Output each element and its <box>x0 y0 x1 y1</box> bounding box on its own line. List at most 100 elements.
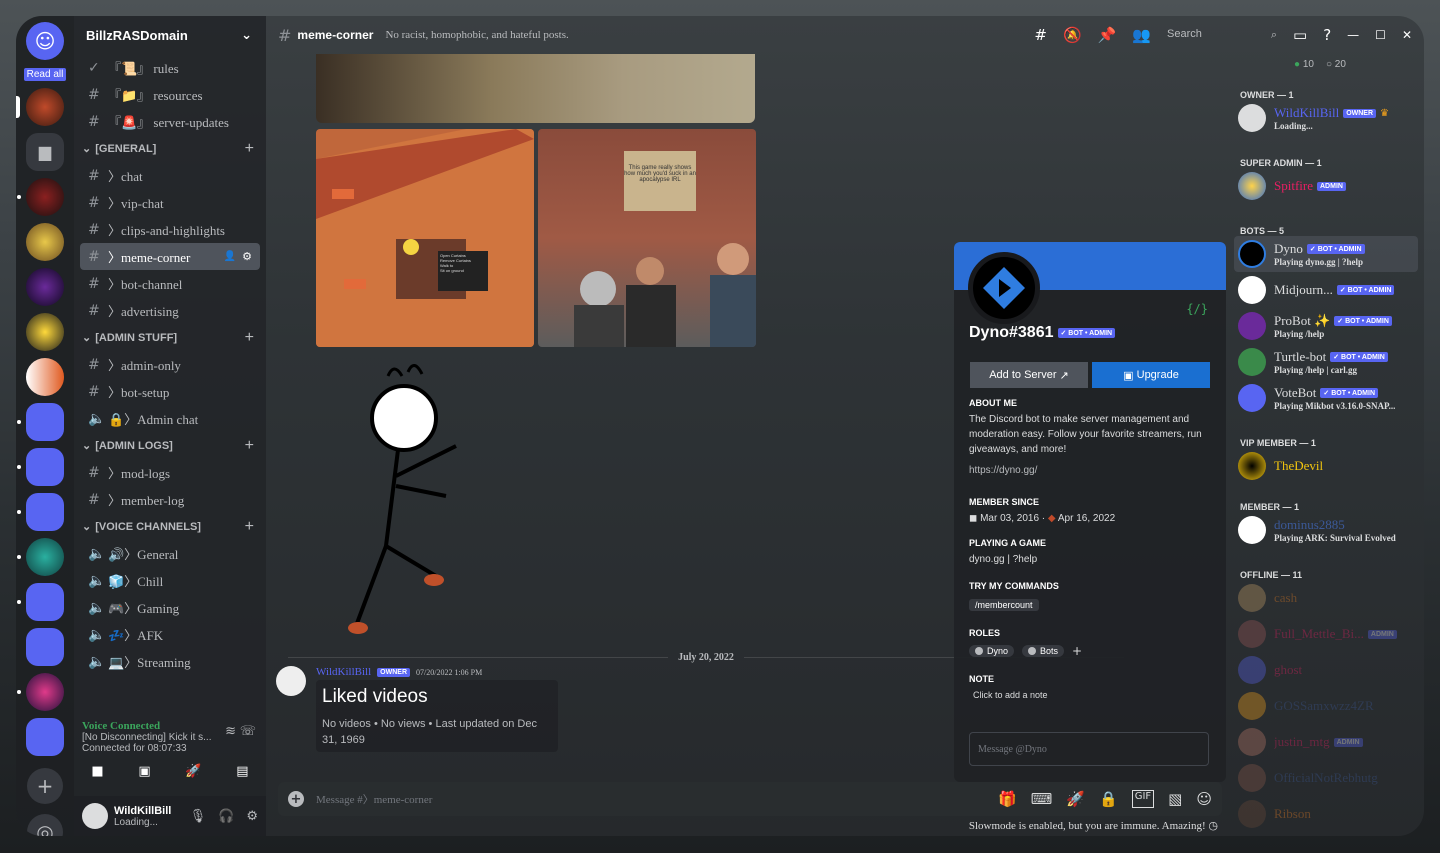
sticker-icon[interactable]: ▧ <box>1168 790 1182 808</box>
member-row[interactable]: Turtle-bot ✓ BOT • ADMIN Playing /help | c… <box>1234 344 1418 380</box>
channel-advertising[interactable]: # 〉advertising <box>80 297 260 324</box>
folder-icon[interactable]: ▆ <box>26 133 64 171</box>
members-icon[interactable]: 👥 <box>1132 26 1151 44</box>
server-folder-icon[interactable] <box>17 403 64 441</box>
message-composer[interactable]: + Message #〉meme-corner 🎁 ⌨ 🚀 🔒 GIF ▧ ☺ <box>278 782 1222 816</box>
channel-vip-chat[interactable]: # 〉vip-chat <box>80 189 260 216</box>
message-dyno-input[interactable]: Message @Dyno <box>969 732 1209 766</box>
emoji-icon[interactable]: ☺ <box>1196 790 1212 808</box>
upgrade-button[interactable]: ▣ Upgrade <box>1092 362 1210 388</box>
server-icon[interactable] <box>26 358 64 396</box>
member-row[interactable]: ProBot ✨ ✓ BOT • ADMIN Playing /help <box>1234 308 1418 344</box>
voice-streaming[interactable]: 🔈 💻〉Streaming <box>80 648 260 675</box>
soundboard-icon[interactable]: ▤ <box>236 764 248 779</box>
channel-admin-only[interactable]: # 〉admin-only <box>80 351 260 378</box>
server-icon[interactable] <box>16 88 64 126</box>
image-attachment[interactable]: Open Curtains Remove Curtains Walk to Si… <box>316 129 534 347</box>
member-row[interactable]: Spitfire ADMIN <box>1234 168 1418 204</box>
channel-resources[interactable]: # 『📁』 resources <box>80 81 260 108</box>
server-folder-icon[interactable] <box>26 718 64 756</box>
member-row[interactable]: Full_Mettle_Bi... ADMIN <box>1234 616 1418 652</box>
channel-clips[interactable]: # 〉clips-and-highlights <box>80 216 260 243</box>
member-row[interactable]: justin_mtg ADMIN <box>1234 724 1418 760</box>
server-icon[interactable] <box>26 313 64 351</box>
embed-card[interactable]: Liked videos No videos • No views • Last… <box>316 680 558 752</box>
image-attachment[interactable]: This game really shows how much you'd su… <box>538 129 756 347</box>
add-server-icon[interactable]: + <box>27 768 63 804</box>
voice-afk[interactable]: 🔈 💤〉AFK <box>80 621 260 648</box>
lock-icon[interactable]: 🔒 <box>1099 790 1118 808</box>
profile-link[interactable]: https://dyno.gg/ <box>969 463 1214 478</box>
server-folder-icon[interactable] <box>17 583 64 621</box>
invite-icon[interactable]: 👤 <box>224 251 236 262</box>
keyboard-icon[interactable]: ⌨ <box>1031 790 1053 808</box>
channel-member-log[interactable]: # 〉member-log <box>80 486 260 513</box>
add-to-server-button[interactable]: Add to Server ↗ <box>970 362 1088 388</box>
channel-bot-channel[interactable]: # 〉bot-channel <box>80 270 260 297</box>
help-icon[interactable]: ? <box>1323 26 1331 44</box>
member-row[interactable]: cash <box>1234 580 1418 616</box>
member-row[interactable]: VoteBot ✓ BOT • ADMIN Playing Mikbot v3.16… <box>1234 380 1418 416</box>
command-chip[interactable]: /membercount <box>969 599 1039 611</box>
server-icon[interactable] <box>17 538 64 576</box>
search-input[interactable]: Search ⌕ <box>1167 28 1277 42</box>
server-icon[interactable] <box>26 268 64 306</box>
member-row[interactable]: Midjourn... ✓ BOT • ADMIN <box>1234 272 1418 308</box>
mute-bell-icon[interactable]: 🔕 <box>1063 26 1082 44</box>
add-channel-icon[interactable]: + <box>245 518 254 536</box>
server-header[interactable]: BillzRASDomain ⌄ <box>74 16 266 54</box>
member-row[interactable]: ghost <box>1234 652 1418 688</box>
settings-icon[interactable]: ⚙ <box>242 250 252 263</box>
member-row[interactable]: TheDevil <box>1234 448 1418 484</box>
message-author[interactable]: WildKillBill <box>316 666 371 678</box>
add-role-icon[interactable]: + <box>1072 644 1082 658</box>
inbox-icon[interactable]: ▭ <box>1293 26 1307 44</box>
microphone-icon[interactable]: 🎙 <box>190 809 207 824</box>
voice-chill[interactable]: 🔈 🧊〉Chill <box>80 567 260 594</box>
voice-gaming[interactable]: 🔈 🎮〉Gaming <box>80 594 260 621</box>
channel-bot-setup[interactable]: # 〉bot-setup <box>80 378 260 405</box>
discord-home-icon[interactable]: ☺ <box>26 22 64 60</box>
maximize-icon[interactable]: ☐ <box>1375 28 1386 42</box>
channel-rules[interactable]: ✓ 『📜』 rules <box>80 54 260 81</box>
read-all-button[interactable]: Read all <box>23 68 67 81</box>
disconnect-icon[interactable]: ☏ <box>240 724 256 739</box>
avatar[interactable] <box>82 803 108 829</box>
server-icon[interactable] <box>17 673 64 711</box>
avatar[interactable] <box>276 666 306 696</box>
server-folder-icon[interactable] <box>17 448 64 486</box>
voice-general[interactable]: 🔈 🔊〉General <box>80 540 260 567</box>
server-icon[interactable] <box>26 223 64 261</box>
headphones-icon[interactable]: 🎧 <box>218 809 234 824</box>
category-admin[interactable]: ⌄ [ADMIN STUFF] + <box>74 324 266 351</box>
channel-server-updates[interactable]: # 『🚨』 server-updates <box>80 108 260 135</box>
gear-icon[interactable]: ⚙ <box>246 809 258 824</box>
server-folder-icon[interactable] <box>17 493 64 531</box>
add-channel-icon[interactable]: + <box>245 437 254 455</box>
channel-mod-logs[interactable]: # 〉mod-logs <box>80 459 260 486</box>
noise-suppression-icon[interactable]: ≋ <box>225 724 236 739</box>
rocket-icon[interactable]: 🚀 <box>1066 790 1085 808</box>
server-folder-icon[interactable] <box>26 628 64 666</box>
minimize-icon[interactable]: — <box>1347 28 1359 42</box>
category-general[interactable]: ⌄ [GENERAL] + <box>74 135 266 162</box>
explore-icon[interactable]: ◎ <box>27 814 63 836</box>
member-row[interactable]: WildKillBill OWNER ♛ Loading... <box>1234 100 1418 136</box>
role-chip[interactable]: Dyno <box>969 645 1015 657</box>
pin-icon[interactable]: 📌 <box>1098 26 1117 44</box>
add-attachment-icon[interactable]: + <box>288 791 304 807</box>
activity-icon[interactable]: 🚀 <box>185 764 201 779</box>
gif-icon[interactable]: GIF <box>1131 790 1155 808</box>
server-icon[interactable] <box>17 178 64 216</box>
video-icon[interactable]: ■ <box>91 764 103 779</box>
member-row[interactable]: Dyno ✓ BOT • ADMIN Playing dyno.gg | ?help <box>1234 236 1418 272</box>
add-channel-icon[interactable]: + <box>245 329 254 347</box>
member-row[interactable]: Ribson <box>1234 796 1418 832</box>
channel-topic[interactable]: No racist, homophobic, and hateful posts… <box>385 29 568 41</box>
note-input[interactable]: Click to add a note <box>969 688 1214 703</box>
close-icon[interactable]: ✕ <box>1402 28 1412 42</box>
channel-meme-corner[interactable]: # 〉meme-corner 👤 ⚙ <box>80 243 260 270</box>
role-chip[interactable]: Bots <box>1022 645 1065 657</box>
threads-icon[interactable]: # <box>1034 26 1047 44</box>
channel-admin-chat[interactable]: 🔈 🔒〉Admin chat <box>80 405 260 432</box>
